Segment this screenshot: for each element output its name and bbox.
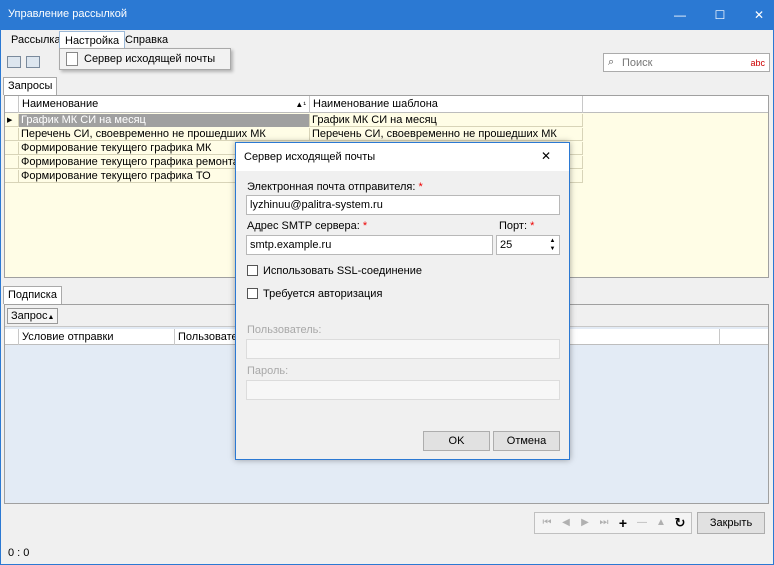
move-up-icon[interactable]: ▲ [652,515,670,531]
sort-asc-icon: ▲¹ [295,100,306,109]
menu-settings[interactable]: Настройка [59,31,126,49]
port-down-icon[interactable]: ▼ [547,245,558,253]
required-mark: * [418,181,423,193]
minimize-button[interactable]: — [665,0,695,30]
first-record-icon[interactable]: ⏮ [538,515,556,531]
search-placeholder: Поиск [622,57,653,69]
prev-record-icon[interactable]: ◀ [557,515,575,531]
menu-mailing[interactable]: Рассылка [6,31,66,49]
port-value: 25 [500,239,513,251]
column-header-template[interactable]: Наименование шаблона [310,96,583,113]
password-label: Пароль: [247,365,289,377]
auth-checkbox[interactable] [247,288,258,299]
title-bar: Управление рассылкой — ☐ ✕ [0,0,774,30]
row-indicator-header [5,96,19,113]
row-indicator-header [5,329,19,345]
column-header-label: Наименование [22,98,99,110]
table-row[interactable]: ▶ График МК СИ на месяц График МК СИ на … [5,114,583,127]
row-indicator [5,170,19,183]
grid-header: Наименование ▲¹ Наименование шаблона [5,96,768,113]
ssl-checkbox[interactable] [247,265,258,276]
smtp-label-wrap: Адрес SMTP сервера: * [247,220,367,232]
cancel-button[interactable]: Отмена [493,431,560,451]
smtp-server-input[interactable]: smtp.example.ru [246,235,493,255]
status-counter: 0 : 0 [8,547,30,559]
port-label: Порт: [499,220,527,232]
delete-record-icon[interactable]: — [633,515,651,531]
column-header-extra [719,329,768,345]
tab-subscription[interactable]: Подписка [3,286,62,304]
last-record-icon[interactable]: ⏭ [595,515,613,531]
next-record-icon[interactable]: ▶ [576,515,594,531]
menu-help[interactable]: Справка [120,31,173,49]
dialog-close-icon[interactable]: ✕ [541,149,551,163]
user-label: Пользователь: [247,324,322,336]
dialog-title: Сервер исходящей почты [244,151,376,163]
row-indicator [5,156,19,169]
search-input[interactable]: ⌕ Поиск abc [603,53,770,72]
toolbar-add-icon[interactable] [7,56,21,68]
cell-name[interactable]: График МК СИ на месяц [19,114,310,127]
add-record-icon[interactable]: + [614,515,632,531]
ok-button[interactable]: OK [423,431,490,451]
port-up-icon[interactable]: ▲ [547,237,558,245]
port-label-wrap: Порт: * [499,220,534,232]
refresh-icon[interactable]: ↻ [671,515,689,531]
cell-template[interactable]: Перечень СИ, своевременно не прошедших М… [310,128,583,141]
maximize-button[interactable]: ☐ [705,0,735,30]
auth-label: Требуется авторизация [263,288,383,300]
sort-asc-icon: ▲ [47,314,55,321]
smtp-label: Адрес SMTP сервера: [247,220,360,232]
required-mark: * [530,220,535,232]
current-row-icon: ▶ [5,114,19,127]
dialog-title-bar: Сервер исходящей почты ✕ [236,143,569,171]
email-label-wrap: Электронная почта отправителя: * [247,181,423,193]
close-button[interactable]: Закрыть [697,512,765,534]
table-row[interactable]: Перечень СИ, своевременно не прошедших М… [5,128,583,141]
cell-name[interactable]: Перечень СИ, своевременно не прошедших М… [19,128,310,141]
settings-dropdown: Сервер исходящей почты [59,48,231,70]
group-by-request-chip[interactable]: Запрос▲ [7,308,59,324]
search-icon: ⌕ [608,56,615,68]
spellcheck-badge: abc [750,58,765,68]
cell-template[interactable]: График МК СИ на месяц [310,114,583,127]
ssl-label: Использовать SSL-соединение [263,265,423,277]
close-window-button[interactable]: ✕ [744,0,774,30]
email-label: Электронная почта отправителя: [247,181,416,193]
toolbar-schedule-icon[interactable] [26,56,40,68]
required-mark: * [362,220,368,232]
user-input[interactable] [246,339,560,359]
tab-requests[interactable]: Запросы [3,77,58,95]
mail-server-icon [66,52,78,66]
password-input[interactable] [246,380,560,400]
row-indicator [5,142,19,155]
group-chip-label: Запрос [11,310,48,322]
column-header-condition[interactable]: Условие отправки [19,329,175,345]
mail-server-dialog: Сервер исходящей почты ✕ Электронная поч… [235,142,570,460]
sender-email-input[interactable]: lyzhinuu@palitra-system.ru [246,195,560,215]
row-indicator [5,128,19,141]
column-header-name[interactable]: Наименование ▲¹ [19,96,310,113]
port-stepper[interactable]: 25 ▲ ▼ [496,235,560,255]
menu-item-mail-server[interactable]: Сервер исходящей почты [84,53,215,65]
window-title: Управление рассылкой [8,8,127,20]
